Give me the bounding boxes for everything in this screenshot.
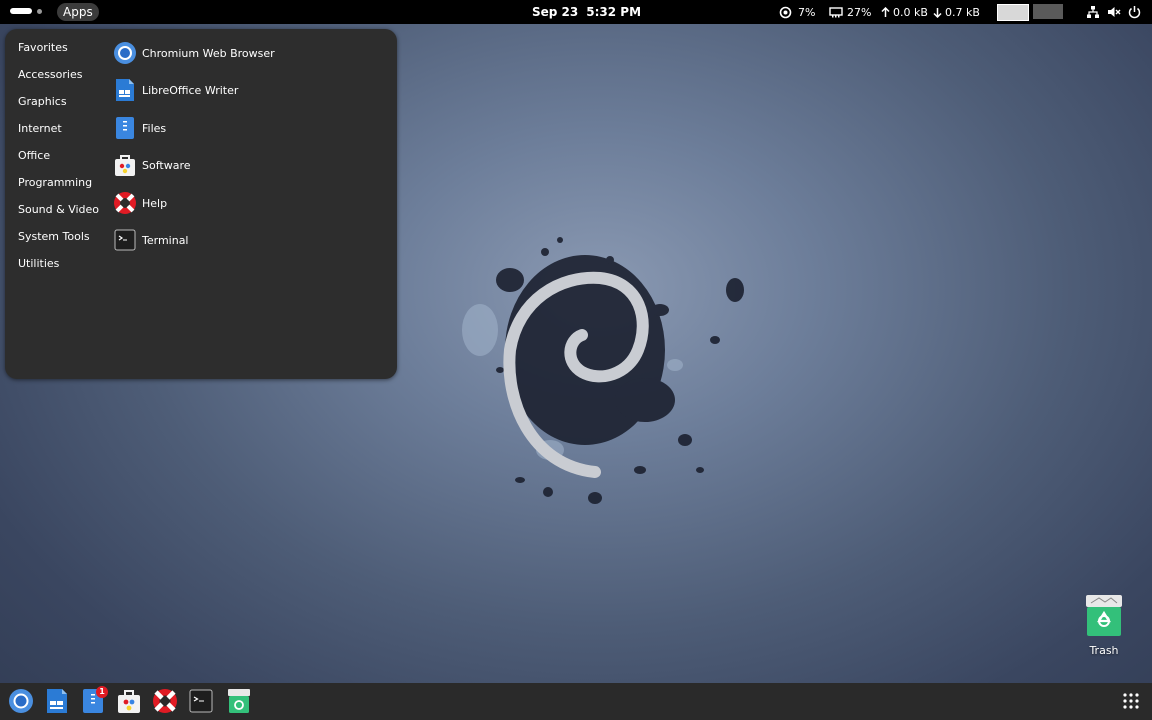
help-lifebuoy-icon[interactable] <box>152 688 178 714</box>
memory-value: 27% <box>847 5 872 19</box>
category-office[interactable]: Office <box>18 149 50 162</box>
app-label: Terminal <box>142 233 189 247</box>
dock <box>0 683 1152 720</box>
files-icon <box>116 117 134 139</box>
memory-indicator[interactable]: 27% <box>829 4 871 20</box>
power-icon <box>1128 6 1141 19</box>
chromium-icon[interactable] <box>8 688 34 714</box>
software-icon <box>115 155 135 176</box>
net-up-indicator[interactable]: 0.0 kB <box>881 4 928 20</box>
net-down-value: 0.7 kB <box>945 5 980 19</box>
category-sound-video[interactable]: Sound & Video <box>18 203 99 216</box>
applications-menu: Favorites Accessories Graphics Internet … <box>5 29 397 379</box>
app-label: Help <box>142 196 168 210</box>
memory-icon <box>829 6 843 17</box>
app-label: Chromium Web Browser <box>142 46 275 60</box>
clock-time: 5:32 PM <box>586 5 642 19</box>
category-accessories[interactable]: Accessories <box>18 68 82 81</box>
category-graphics[interactable]: Graphics <box>18 95 67 108</box>
debian-swirl-wallpaper <box>462 237 744 504</box>
cpu-indicator[interactable]: 7% <box>779 4 815 20</box>
workspace-indicator[interactable] <box>10 8 42 14</box>
chromium-icon <box>114 42 136 64</box>
libreoffice-writer-icon <box>116 79 134 101</box>
category-internet[interactable]: Internet <box>18 122 62 135</box>
app-label: Files <box>142 121 167 135</box>
app-help[interactable]: Help <box>113 190 167 216</box>
cpu-graph[interactable] <box>997 4 1029 21</box>
app-files[interactable]: Files <box>113 115 166 141</box>
terminal-icon[interactable] <box>188 688 214 714</box>
volume-muted-icon <box>1108 7 1121 17</box>
trash-icon[interactable] <box>226 688 252 714</box>
download-arrow-icon <box>933 7 942 18</box>
app-chromium[interactable]: Chromium Web Browser <box>113 40 275 66</box>
upload-arrow-icon <box>881 6 890 17</box>
power-button[interactable] <box>1128 4 1141 20</box>
files-notification-badge: 1 <box>96 686 108 698</box>
category-favorites[interactable]: Favorites <box>18 41 68 54</box>
top-bar: Apps Sep 23 5:32 PM 7% 27% 0.0 kB 0.7 kB <box>0 0 1152 24</box>
show-apps-grid-icon[interactable] <box>1122 692 1140 710</box>
trash-label[interactable]: Trash <box>1084 644 1124 657</box>
cpu-value: 7% <box>798 5 816 19</box>
category-programming[interactable]: Programming <box>18 176 92 189</box>
app-terminal[interactable]: Terminal <box>113 227 189 253</box>
help-lifebuoy-icon <box>114 192 136 214</box>
volume-button[interactable] <box>1107 4 1121 20</box>
memory-graph[interactable] <box>1033 4 1063 19</box>
workspace-dot[interactable] <box>37 8 42 14</box>
terminal-icon <box>114 229 136 251</box>
net-up-value: 0.0 kB <box>893 5 928 19</box>
apps-menu-button[interactable]: Apps <box>57 3 99 21</box>
network-icon <box>1087 6 1099 18</box>
app-label: LibreOffice Writer <box>142 83 239 97</box>
software-icon[interactable] <box>116 688 142 714</box>
category-system-tools[interactable]: System Tools <box>18 230 90 243</box>
app-libreoffice-writer[interactable]: LibreOffice Writer <box>113 77 238 103</box>
trash-icon[interactable] <box>1085 594 1123 638</box>
libreoffice-writer-icon[interactable] <box>44 688 70 714</box>
workspace-active-dot[interactable] <box>10 8 32 14</box>
category-utilities[interactable]: Utilities <box>18 257 59 270</box>
network-button[interactable] <box>1086 4 1100 20</box>
clock-date: Sep 23 <box>532 5 579 19</box>
clock[interactable]: Sep 23 5:32 PM <box>532 5 641 19</box>
cpu-icon <box>779 6 792 18</box>
net-down-indicator[interactable]: 0.7 kB <box>933 4 980 20</box>
app-software[interactable]: Software <box>113 152 191 178</box>
app-label: Software <box>142 158 191 172</box>
